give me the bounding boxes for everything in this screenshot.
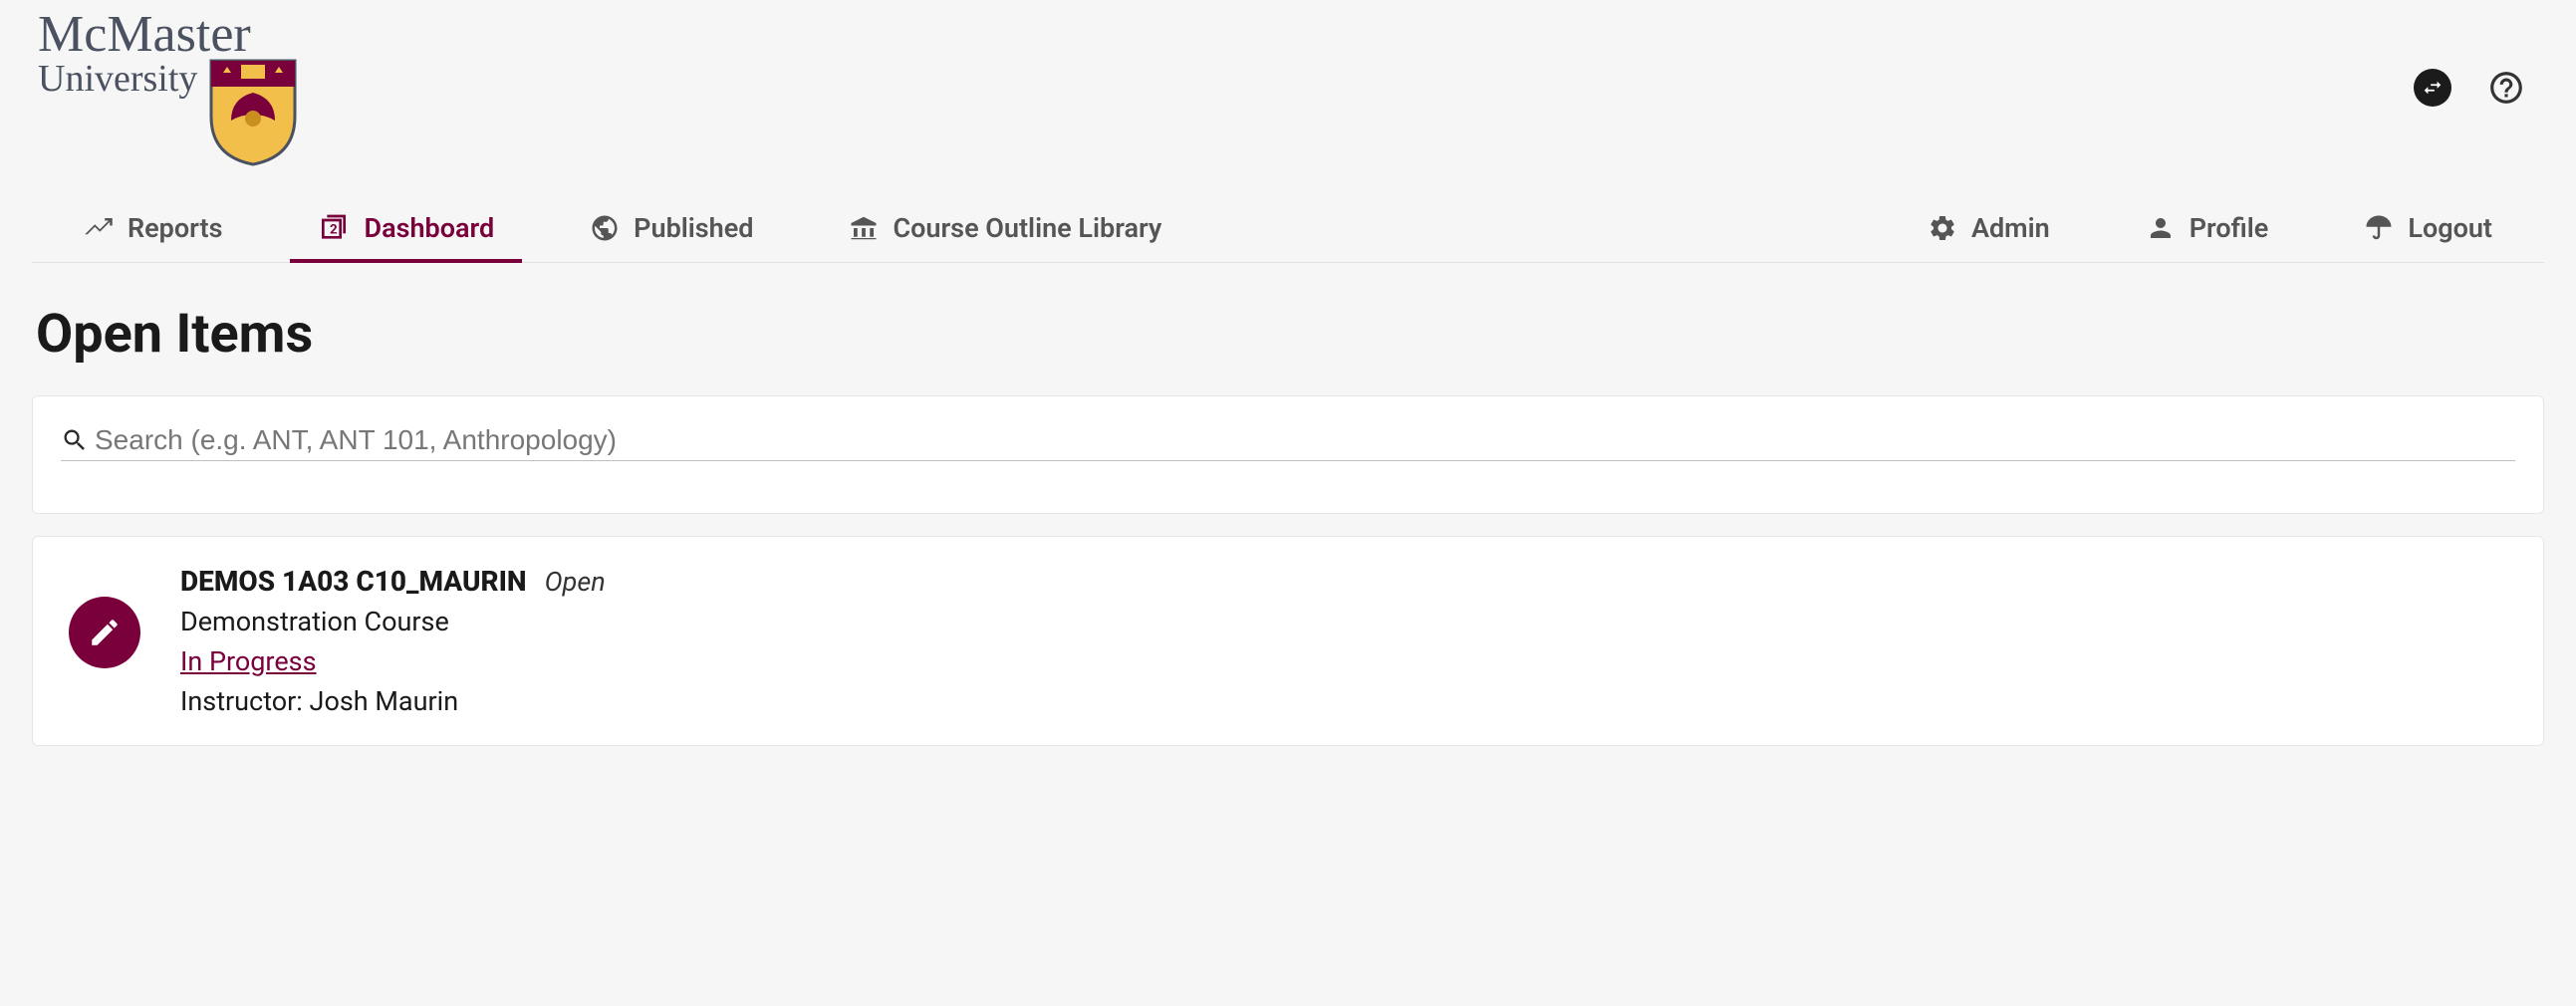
person-icon (2146, 213, 2176, 243)
swap-icon[interactable] (2413, 68, 2452, 108)
search-input[interactable] (95, 424, 2515, 456)
nav-reports[interactable]: Reports (76, 194, 230, 262)
edit-button[interactable] (69, 597, 140, 668)
nav-label: Profile (2190, 212, 2269, 244)
nav-label: Logout (2408, 212, 2492, 244)
nav-label: Dashboard (364, 212, 494, 244)
gear-icon (1928, 213, 1957, 243)
svg-text:2: 2 (330, 222, 338, 237)
item-instructor: Instructor: Josh Maurin (180, 685, 606, 717)
main-nav: Reports 2 Dashboard Published Course Out… (32, 194, 2544, 263)
nav-dashboard[interactable]: 2 Dashboard (310, 194, 502, 262)
dashboard-icon: 2 (318, 212, 350, 244)
nav-label: Admin (1971, 212, 2050, 244)
library-icon (849, 213, 879, 243)
item-code: DEMOS 1A03 C10_MAURIN (180, 565, 527, 598)
nav-label: Published (634, 212, 753, 244)
help-icon[interactable] (2486, 68, 2526, 108)
search-icon (61, 426, 89, 454)
open-item-card: DEMOS 1A03 C10_MAURIN Open Demonstration… (32, 536, 2544, 746)
nav-library[interactable]: Course Outline Library (841, 194, 1169, 262)
globe-icon (590, 213, 620, 243)
timeline-icon (84, 213, 114, 243)
nav-profile[interactable]: Profile (2138, 194, 2277, 262)
pencil-icon (88, 616, 122, 649)
nav-logout[interactable]: Logout (2356, 194, 2500, 262)
nav-admin[interactable]: Admin (1920, 194, 2058, 262)
search-card (32, 395, 2544, 514)
page-title: Open Items (36, 303, 2544, 366)
nav-published[interactable]: Published (582, 194, 761, 262)
item-state: Open (545, 566, 606, 598)
nav-label: Course Outline Library (893, 212, 1161, 244)
item-status-link[interactable]: In Progress (180, 645, 317, 677)
brand-logo: McMaster University (32, 12, 299, 166)
item-name: Demonstration Course (180, 606, 606, 637)
brand-line2: University (38, 57, 197, 101)
nav-label: Reports (128, 212, 222, 244)
umbrella-icon (2364, 213, 2394, 243)
crest-icon (207, 57, 299, 166)
brand-line1: McMaster (38, 12, 251, 59)
